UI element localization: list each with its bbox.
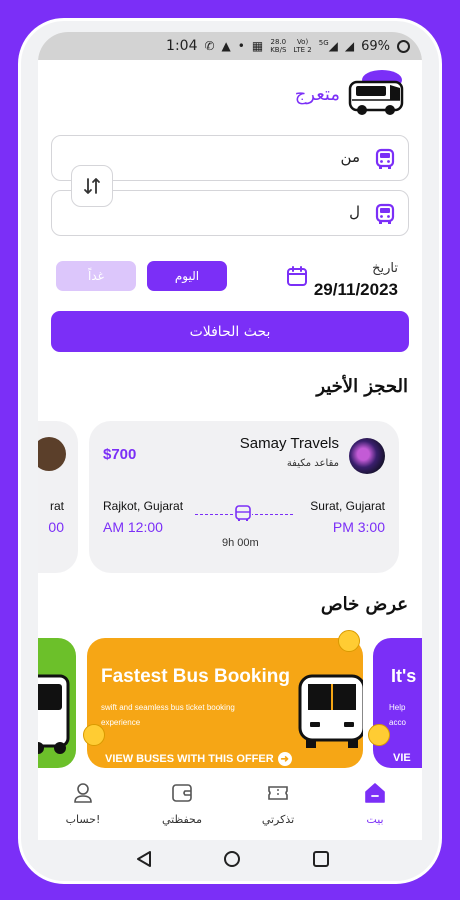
- ticket-icon: [268, 786, 288, 800]
- date-label: تاريخ: [372, 261, 398, 276]
- bus-image: [38, 674, 70, 754]
- date-value[interactable]: 29/11/2023: [314, 280, 398, 300]
- net-speed: 28.0 KB/S: [270, 38, 286, 54]
- vibrate-icon: ▦: [251, 39, 264, 53]
- battery-percent: 69%: [361, 38, 390, 54]
- offer-card-partial-left[interactable]: [38, 638, 76, 768]
- seat-type: مقاعد مكيفة: [286, 458, 339, 469]
- to-label: ل: [349, 203, 360, 221]
- system-navigation: [137, 851, 329, 867]
- from-city: Rajkot, Gujarat: [103, 499, 184, 513]
- booking-card-partial[interactable]: rat 00: [38, 421, 78, 573]
- offer-title: Fastest Bus Booking: [101, 666, 290, 687]
- party-emoji-icon: [83, 724, 105, 746]
- volte-indicator: Vo) LTE 2: [293, 38, 311, 54]
- net-speed-value: 28.0: [270, 38, 287, 46]
- nav-tickets[interactable]: تذكرتي: [243, 781, 313, 837]
- user-icon: [74, 783, 92, 803]
- recent-booking-title: الحجز الأخير: [316, 376, 408, 397]
- bus-icon: [234, 505, 252, 522]
- partial-time: 00: [48, 519, 64, 535]
- partial-city: rat: [49, 499, 64, 513]
- bus-icon: [375, 148, 395, 169]
- arrow-right-icon: ➜: [277, 752, 292, 766]
- from-label: من: [340, 148, 360, 166]
- nav-account[interactable]: حساب!: [48, 781, 118, 837]
- offer-right-cta[interactable]: VIE: [393, 752, 411, 764]
- operator-name: Samay Travels: [239, 435, 339, 452]
- offer-right-subtitle: Help acco: [389, 700, 406, 730]
- bus-icon: [375, 203, 395, 224]
- volte-bottom: LTE 2: [293, 46, 312, 54]
- offer-right-subtitle-line1: Help: [389, 703, 406, 712]
- signal-label: 5G: [318, 39, 329, 47]
- to-city: Surat, Gujarat: [310, 499, 385, 513]
- arrival-time: PM 3:00: [332, 519, 385, 535]
- tomorrow-chip[interactable]: غداً: [56, 261, 136, 291]
- nav-wallet[interactable]: محفظتي: [147, 781, 217, 837]
- back-icon[interactable]: [137, 851, 151, 867]
- swap-icon: [84, 178, 100, 194]
- offer-subtitle: swift and seamless bus ticket booking ex…: [101, 703, 235, 727]
- nav-home[interactable]: بيت: [340, 781, 410, 837]
- dot-icon: •: [237, 39, 245, 53]
- offer-card[interactable]: Fastest Bus Booking swift and seamless b…: [87, 638, 363, 768]
- ticket-price: $700: [103, 446, 137, 463]
- brand-name: متعرج: [294, 84, 340, 105]
- home-button-icon[interactable]: [224, 851, 240, 867]
- app-screen: 1:04 ✆ ▲ • ▦ 28.0 KB/S Vo) LTE 2 5G◢ ◢ 6…: [38, 32, 422, 840]
- whatsapp-icon: ✆: [204, 39, 215, 53]
- smile-emoji-icon: [338, 630, 360, 652]
- brand-logo: [346, 66, 408, 122]
- nav-wallet-label: محفظتي: [161, 813, 203, 826]
- offer-cta[interactable]: VIEW BUSES WITH THIS OFFER ➜: [105, 752, 292, 766]
- offer-card-partial-right[interactable]: It's Help acco VIE: [373, 638, 422, 768]
- nav-tickets-label: تذكرتي: [261, 813, 295, 826]
- offer-right-subtitle-line2: acco: [389, 718, 406, 727]
- offer-right-title: It's: [391, 666, 417, 686]
- operator-avatar: [349, 438, 385, 474]
- operator-avatar: [38, 437, 66, 471]
- trip-duration: 9h 00m: [222, 537, 259, 549]
- nav-home-label: بيت: [366, 813, 384, 826]
- offer-cta-label: VIEW BUSES WITH THIS OFFER: [105, 753, 274, 765]
- departure-time: AM 12:00: [103, 519, 163, 535]
- app-notification-icon: ▲: [221, 39, 231, 53]
- nav-account-label: حساب!: [65, 813, 101, 826]
- booking-card[interactable]: Samay Travels مقاعد مكيفة $700 Rajkot, G…: [89, 421, 399, 573]
- home-icon: [365, 783, 385, 803]
- calendar-icon[interactable]: [286, 265, 308, 287]
- status-time: 1:04: [166, 38, 198, 54]
- net-speed-unit: KB/S: [270, 46, 287, 54]
- recents-icon[interactable]: [313, 851, 329, 867]
- special-offer-title: عرض خاص: [320, 594, 408, 615]
- volte-top: Vo): [296, 38, 309, 46]
- battery-icon: [397, 39, 410, 53]
- bottom-navigation: حساب! محفظتي تذكرتي بيت: [38, 773, 422, 840]
- status-bar: 1:04 ✆ ▲ • ▦ 28.0 KB/S Vo) LTE 2 5G◢ ◢ 6…: [38, 32, 422, 60]
- wallet-icon: [172, 784, 192, 802]
- bus-image: [298, 674, 363, 748]
- signal-icon: 5G◢: [318, 39, 338, 53]
- swap-button[interactable]: [71, 165, 113, 207]
- today-chip[interactable]: اليوم: [147, 261, 227, 291]
- signal-2-icon: ◢: [344, 39, 355, 53]
- search-buses-button[interactable]: بحث الحافلات: [51, 311, 409, 352]
- party-emoji-icon: [368, 724, 390, 746]
